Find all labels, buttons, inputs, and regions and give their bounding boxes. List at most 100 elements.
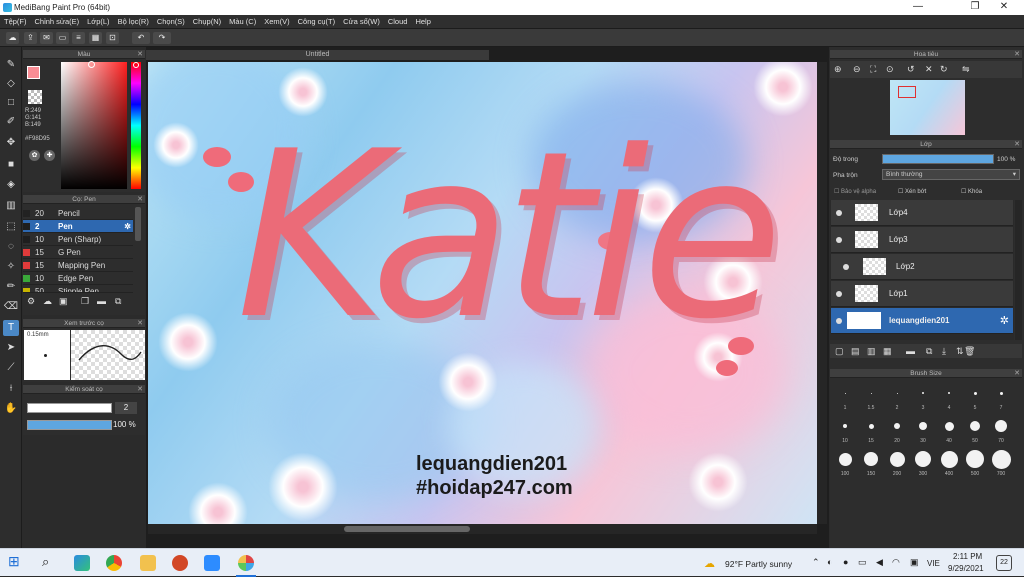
brush-size-option[interactable]: 200 (886, 447, 908, 477)
brush-size-option[interactable]: 2 (886, 381, 908, 411)
brush-size-option[interactable]: 20 (886, 414, 908, 444)
list-icon[interactable]: ≡ (72, 32, 85, 44)
share-icon[interactable]: ⇪ (24, 32, 37, 44)
cloud-icon[interactable]: ☁ (6, 32, 19, 44)
layer-list-scrollbar[interactable] (1015, 200, 1022, 340)
brush-tool-icon[interactable]: ✎ (3, 57, 19, 73)
reset-view-icon[interactable]: ✕ (925, 64, 933, 75)
operation-tool-icon[interactable]: ➤ (3, 340, 19, 356)
layer-row-lop1[interactable]: Lớp1 (831, 281, 1013, 307)
duplicate-layer-icon[interactable]: ⧉ (926, 346, 932, 357)
merge-down-icon[interactable]: ⤓ (942, 346, 946, 357)
dot-pen-tool-icon[interactable]: ✐ (3, 114, 19, 130)
saturation-value-picker[interactable] (61, 62, 127, 189)
zoom-out-icon[interactable]: ⊖ (853, 64, 861, 75)
layer-row-lequangdien201[interactable]: lequangdien201 ✲ (831, 308, 1013, 334)
message-icon[interactable]: ▭ (56, 32, 69, 44)
navigator-thumbnail[interactable] (890, 80, 965, 135)
brush-size-option[interactable]: 30 (912, 414, 934, 444)
menu-file[interactable]: Tệp(F) (0, 15, 31, 29)
chevron-up-icon[interactable]: ⌃ (812, 557, 820, 568)
brush-size-option[interactable]: 400 (938, 447, 960, 477)
brush-opacity-slider[interactable] (27, 420, 112, 430)
brush-size-option[interactable]: 3 (912, 381, 934, 411)
speaker-icon[interactable]: ◀ (876, 557, 883, 568)
weather-text[interactable]: 92°F Partly sunny (725, 559, 792, 569)
brush-list-scrollbar[interactable] (135, 207, 141, 241)
horizontal-scrollbar[interactable] (148, 524, 817, 534)
brush-size-option[interactable]: 70 (990, 414, 1012, 444)
add-brush-icon[interactable]: ⚙ (27, 296, 35, 307)
layer-properties-icon[interactable]: ⇅ (956, 346, 964, 357)
visibility-eye-icon[interactable] (843, 264, 849, 270)
visibility-eye-icon[interactable] (836, 291, 842, 297)
microphone-icon[interactable]: ● (843, 557, 848, 567)
search-icon[interactable]: ⌕ (42, 554, 49, 570)
brush-size-option[interactable]: 5 (964, 381, 986, 411)
file-explorer-icon[interactable] (140, 555, 156, 571)
menu-tools[interactable]: Công cụ(T) (294, 15, 340, 29)
layer-settings-gear-icon[interactable]: ✲ (1000, 314, 1009, 327)
menu-color[interactable]: Màu (C) (225, 15, 260, 29)
alpha-protect-checkbox[interactable]: ☐ Bảo vệ alpha (834, 188, 876, 195)
brush-item-edge-pen[interactable]: 10 Edge Pen (23, 272, 133, 285)
brush-item-pen[interactable]: 2 Pen ✲ (23, 220, 133, 233)
close-icon[interactable]: ✕ (1014, 50, 1020, 59)
comment-icon[interactable]: ✉ (40, 32, 53, 44)
actual-size-icon[interactable]: ⊙ (886, 64, 894, 75)
duplicate-icon[interactable]: ⧉ (115, 296, 121, 307)
weather-icon[interactable]: ☁ (704, 557, 715, 570)
select-pen-tool-icon[interactable]: ✏ (3, 279, 19, 295)
zoom-in-icon[interactable]: ⊕ (834, 64, 842, 75)
rotate-left-icon[interactable]: ↺ (907, 64, 915, 75)
menu-filter[interactable]: Bộ lọc(R) (114, 15, 153, 29)
text-tool-icon[interactable]: T (3, 320, 19, 336)
brush-size-option[interactable]: 50 (964, 414, 986, 444)
windows-start-icon[interactable]: ⊞ (8, 553, 20, 570)
lasso-tool-icon[interactable]: ◌ (3, 239, 19, 255)
undo-button[interactable]: ↶ (132, 32, 150, 44)
layer-row-lop4[interactable]: Lớp4 (831, 200, 1013, 226)
document-tab[interactable]: Untitled (146, 50, 489, 60)
brush-size-slider[interactable] (27, 403, 112, 413)
hue-cursor[interactable] (133, 62, 139, 68)
brush-size-option[interactable]: 15 (860, 414, 882, 444)
settings-gear-icon[interactable]: ✲ (124, 220, 131, 233)
zoom-icon[interactable] (204, 555, 220, 571)
menu-view[interactable]: Xem(V) (260, 15, 293, 29)
meet-now-icon[interactable]: ◐ (827, 557, 832, 567)
artwork-canvas[interactable]: Katie lequangdien201 #hoidap247.com (148, 62, 817, 524)
menu-window[interactable]: Cửa sổ(W) (339, 15, 384, 29)
rectangle-tool-icon[interactable]: □ (3, 95, 19, 111)
new-halftone-layer-icon[interactable]: ▤ (851, 346, 860, 357)
battery-icon[interactable]: ▭ (858, 557, 867, 568)
brush-item-stipple-pen[interactable]: 50 Stipple Pen (23, 285, 133, 293)
clock-time[interactable]: 2:11 PM (953, 552, 982, 561)
foreground-color-swatch[interactable] (27, 66, 40, 79)
close-icon[interactable]: ✕ (1014, 369, 1020, 378)
transparent-color-swatch[interactable] (28, 90, 42, 104)
layer-row-lop2[interactable]: Lớp2 (831, 254, 1013, 280)
language-indicator[interactable]: VIE (927, 559, 940, 568)
new-8bit-layer-icon[interactable]: ▥ (867, 346, 876, 357)
chrome-icon[interactable] (106, 555, 122, 571)
redo-button[interactable]: ↷ (153, 32, 171, 44)
clock-date[interactable]: 9/29/2021 (948, 564, 984, 573)
fit-icon[interactable]: ⛶ (870, 64, 876, 75)
menu-snap[interactable]: Chụp(N) (189, 15, 225, 29)
magic-wand-tool-icon[interactable]: ✧ (3, 259, 19, 275)
medibang-icon[interactable] (238, 555, 254, 571)
vertical-scrollbar[interactable] (817, 62, 827, 524)
layer-folder-icon[interactable]: ▬ (906, 346, 915, 356)
add-color-icon[interactable]: ✚ (44, 150, 55, 161)
bucket-tool-icon[interactable]: ◈ (3, 177, 19, 193)
move-tool-icon[interactable]: ✥ (3, 135, 19, 151)
hue-slider[interactable] (131, 62, 141, 189)
brush-size-option[interactable]: 500 (964, 447, 986, 477)
visibility-eye-icon[interactable] (836, 210, 842, 216)
brush-size-option[interactable]: 300 (912, 447, 934, 477)
menu-help[interactable]: Help (411, 15, 434, 29)
layer-row-lop3[interactable]: Lớp3 (831, 227, 1013, 253)
layer-opacity-slider[interactable] (882, 154, 994, 164)
select-tool-icon[interactable]: ⬚ (3, 219, 19, 235)
